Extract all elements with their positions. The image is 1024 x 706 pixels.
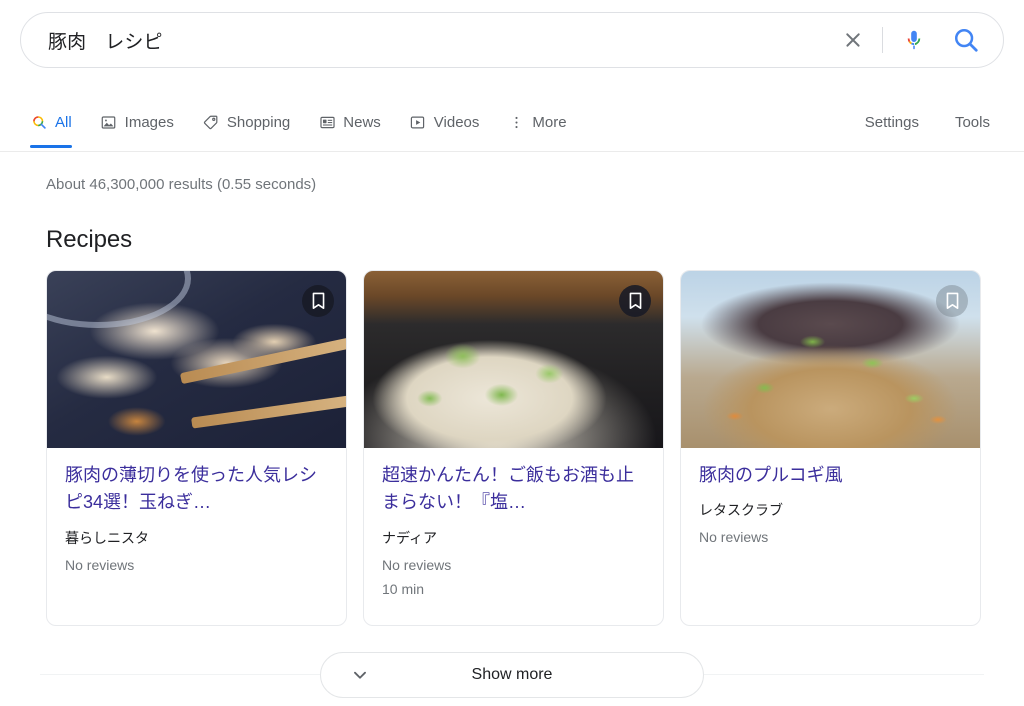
search-nav-bar: All Images Shopping News Videos More Set… <box>0 96 1024 152</box>
tab-all-label: All <box>55 113 72 131</box>
show-more-button[interactable]: Show more <box>320 652 704 698</box>
news-icon <box>318 113 336 131</box>
recipe-card[interactable]: 豚肉の薄切りを使った人気レシピ34選！玉ねぎ… 暮らしニスタ No review… <box>46 270 347 626</box>
tab-more[interactable]: More <box>507 96 567 148</box>
tab-shopping[interactable]: Shopping <box>202 96 290 148</box>
recipe-reviews: No reviews <box>699 529 769 546</box>
search-input[interactable] <box>21 29 838 51</box>
recipe-source: レタスクラブ <box>699 502 783 519</box>
recipe-photo <box>47 271 346 448</box>
recipe-card-body: 超速かんたん！ご飯もお酒も止まらない！『塩… ナディア No reviews 1… <box>364 448 663 597</box>
tab-news-label: News <box>343 113 381 131</box>
recipe-time: 10 min <box>382 580 425 597</box>
tab-shopping-label: Shopping <box>226 113 291 131</box>
settings-button[interactable]: Settings <box>865 114 919 131</box>
tab-videos[interactable]: Videos <box>409 96 480 148</box>
bookmark-button[interactable] <box>619 285 651 317</box>
recipe-photo <box>364 271 663 448</box>
recipe-reviews: No reviews <box>382 556 452 573</box>
tab-images[interactable]: Images <box>100 96 174 148</box>
recipe-card[interactable]: 豚肉のプルコギ風 レタスクラブ No reviews <box>680 270 981 626</box>
video-icon <box>409 113 427 131</box>
recipe-card-list: 豚肉の薄切りを使った人気レシピ34選！玉ねぎ… 暮らしニスタ No review… <box>46 270 981 626</box>
voice-search-button[interactable] <box>901 25 927 55</box>
bookmark-icon <box>946 292 958 310</box>
more-vertical-icon <box>507 113 525 131</box>
tag-icon <box>202 113 220 131</box>
search-bar-actions <box>838 25 1003 55</box>
recipe-source: ナディア <box>382 529 438 546</box>
search-submit-button[interactable] <box>927 25 981 55</box>
bookmark-icon <box>629 292 641 310</box>
page-title: Recipes <box>46 226 133 253</box>
show-more-label: Show more <box>471 666 553 683</box>
recipe-title[interactable]: 超速かんたん！ご飯もお酒も止まらない！『塩… <box>382 462 645 517</box>
recipe-image <box>47 271 346 448</box>
tab-more-label: More <box>532 113 567 131</box>
recipe-title[interactable]: 豚肉のプルコギ風 <box>699 462 962 489</box>
tab-images-label: Images <box>124 113 174 131</box>
search-icon <box>30 113 48 131</box>
image-icon <box>100 113 118 131</box>
pan-rim <box>47 271 191 328</box>
clear-button[interactable] <box>838 25 868 55</box>
recipe-card[interactable]: 超速かんたん！ご飯もお酒も止まらない！『塩… ナディア No reviews 1… <box>363 270 664 626</box>
recipe-image <box>364 271 663 448</box>
chopstick <box>190 393 346 429</box>
show-more-area: Show more <box>0 652 1024 700</box>
recipe-card-body: 豚肉の薄切りを使った人気レシピ34選！玉ねぎ… 暮らしニスタ No review… <box>47 448 346 581</box>
tab-all[interactable]: All <box>30 96 72 148</box>
bookmark-button[interactable] <box>302 285 334 317</box>
search-icon <box>954 28 978 52</box>
search-bar[interactable] <box>20 12 1004 68</box>
microphone-icon <box>907 30 921 50</box>
recipe-image <box>681 271 980 448</box>
bookmark-button[interactable] <box>936 285 968 317</box>
search-tabs: All Images Shopping News Videos More <box>30 96 595 148</box>
recipe-reviews: No reviews <box>65 556 135 573</box>
search-tools-group: Settings Tools <box>829 96 990 148</box>
tools-button[interactable]: Tools <box>955 114 990 131</box>
close-icon <box>838 25 868 55</box>
tab-news[interactable]: News <box>318 96 381 148</box>
chevron-down-icon <box>349 664 371 686</box>
recipe-title[interactable]: 豚肉の薄切りを使った人気レシピ34選！玉ねぎ… <box>65 462 328 517</box>
chopstick <box>179 335 346 385</box>
result-stats: About 46,300,000 results (0.55 seconds) <box>46 176 317 193</box>
bookmark-icon <box>312 292 324 310</box>
tab-videos-label: Videos <box>433 113 480 131</box>
recipe-card-body: 豚肉のプルコギ風 レタスクラブ No reviews <box>681 448 980 553</box>
divider <box>882 27 883 53</box>
recipe-source: 暮らしニスタ <box>65 529 149 546</box>
google-search-results-page: All Images <box>0 0 1024 706</box>
recipe-photo <box>681 271 980 448</box>
